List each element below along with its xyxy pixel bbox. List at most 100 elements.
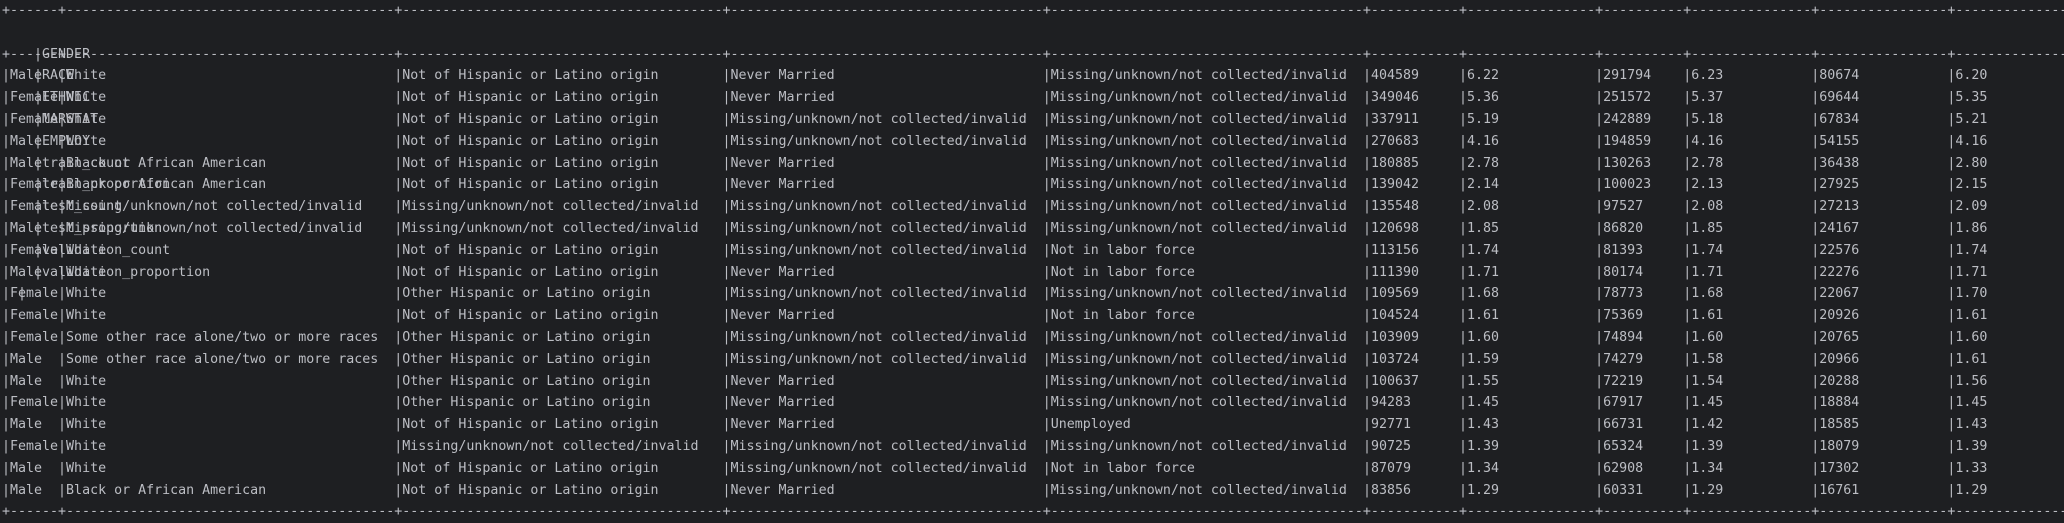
table-row: |Female|White |Not of Hispanic or Latino… bbox=[2, 87, 2064, 109]
table-cell-gender: |Female bbox=[2, 199, 59, 215]
table-cell-validation-proportion: |1.39 bbox=[1947, 438, 1988, 454]
table-cell-ethnic: |Not of Hispanic or Latino origin bbox=[394, 460, 723, 476]
table-cell-gender: |Male bbox=[2, 460, 59, 476]
table-row: |Male |White |Not of Hispanic or Latino … bbox=[2, 262, 2064, 284]
table-row: |Female|Some other race alone/two or mor… bbox=[2, 327, 2064, 349]
table-row: |Female|White |Not of Hispanic or Latino… bbox=[2, 109, 2064, 131]
table-cell-ethnic: |Not of Hispanic or Latino origin bbox=[394, 308, 723, 324]
table-cell-train-count: |270683 bbox=[1362, 133, 1460, 149]
table-cell-race: |White bbox=[58, 90, 395, 106]
table-cell-employ: |Missing/unknown/not collected/invalid bbox=[1042, 199, 1363, 215]
table-cell-validation-proportion: |1.45 bbox=[1947, 395, 1988, 411]
table-cell-train-proportion: |1.59 bbox=[1459, 351, 1596, 367]
table-cell-race: |White bbox=[58, 111, 395, 127]
table-cell-train-count: |109569 bbox=[1362, 286, 1460, 302]
table-cell-validation-count: |20926 bbox=[1811, 308, 1948, 324]
table-cell-train-count: |120698 bbox=[1362, 220, 1460, 236]
table-cell-gender: |Female bbox=[2, 111, 59, 127]
table-cell-employ: |Missing/unknown/not collected/invalid bbox=[1042, 155, 1363, 171]
table-cell-test-proportion: |1.34 bbox=[1683, 460, 1812, 476]
table-cell-validation-count: |18884 bbox=[1811, 395, 1948, 411]
table-cell-ethnic: |Not of Hispanic or Latino origin bbox=[394, 264, 723, 280]
table-cell-test-proportion: |1.54 bbox=[1683, 373, 1812, 389]
table-cell-test-count: |74279 bbox=[1595, 351, 1684, 367]
table-cell-train-proportion: |1.71 bbox=[1459, 264, 1596, 280]
table-cell-validation-proportion: |5.21 bbox=[1947, 111, 1988, 127]
table-cell-employ: |Missing/unknown/not collected/invalid bbox=[1042, 133, 1363, 149]
table-cell-gender: |Female bbox=[2, 329, 59, 345]
table-cell-train-count: |104524 bbox=[1362, 308, 1460, 324]
table-cell-validation-proportion: |2.09 bbox=[1947, 199, 1988, 215]
table-cell-validation-proportion: |1.56 bbox=[1947, 373, 1988, 389]
table-cell-train-proportion: |1.60 bbox=[1459, 329, 1596, 345]
table-cell-train-count: |92771 bbox=[1362, 417, 1460, 433]
table-cell-validation-count: |80674 bbox=[1811, 68, 1948, 84]
table-cell-race: |Some other race alone/two or more races bbox=[58, 329, 395, 345]
table-cell-race: |Missing/unknown/not collected/invalid bbox=[58, 199, 395, 215]
table-cell-gender: |Male bbox=[2, 482, 59, 498]
table-cell-gender: |Female bbox=[2, 438, 59, 454]
table-cell-train-proportion: |1.45 bbox=[1459, 395, 1596, 411]
table-cell-race: |White bbox=[58, 308, 395, 324]
table-cell-marstat: |Missing/unknown/not collected/invalid bbox=[722, 329, 1043, 345]
table-row: |Female|White |Other Hispanic or Latino … bbox=[2, 283, 2064, 305]
table-cell-marstat: |Never Married bbox=[722, 373, 1043, 389]
table-cell-ethnic: |Not of Hispanic or Latino origin bbox=[394, 133, 723, 149]
table-body: |Male |White |Not of Hispanic or Latino … bbox=[2, 65, 2064, 501]
table-cell-train-proportion: |1.61 bbox=[1459, 308, 1596, 324]
table-cell-ethnic: |Not of Hispanic or Latino origin bbox=[394, 242, 723, 258]
table-cell-race: |White bbox=[58, 286, 395, 302]
table-cell-test-count: |97527 bbox=[1595, 199, 1684, 215]
table-row: |Male |Some other race alone/two or more… bbox=[2, 349, 2064, 371]
table-cell-employ: |Missing/unknown/not collected/invalid bbox=[1042, 482, 1363, 498]
table-cell-ethnic: |Other Hispanic or Latino origin bbox=[394, 351, 723, 367]
table-cell-gender: |Female bbox=[2, 90, 59, 106]
table-cell-gender: |Male bbox=[2, 351, 59, 367]
table-cell-employ: |Missing/unknown/not collected/invalid bbox=[1042, 438, 1363, 454]
table-cell-ethnic: |Not of Hispanic or Latino origin bbox=[394, 68, 723, 84]
table-cell-employ: |Missing/unknown/not collected/invalid bbox=[1042, 373, 1363, 389]
table-cell-train-proportion: |1.43 bbox=[1459, 417, 1596, 433]
table-cell-train-count: |87079 bbox=[1362, 460, 1460, 476]
table-cell-train-proportion: |2.14 bbox=[1459, 177, 1596, 193]
table-cell-train-count: |113156 bbox=[1362, 242, 1460, 258]
table-cell-marstat: |Never Married bbox=[722, 155, 1043, 171]
table-cell-validation-count: |27925 bbox=[1811, 177, 1948, 193]
table-cell-train-count: |90725 bbox=[1362, 438, 1460, 454]
table-cell-validation-count: |22576 bbox=[1811, 242, 1948, 258]
table-cell-marstat: |Missing/unknown/not collected/invalid bbox=[722, 460, 1043, 476]
table-cell-race: |White bbox=[58, 133, 395, 149]
table-cell-validation-count: |69644 bbox=[1811, 90, 1948, 106]
table-cell-employ: |Missing/unknown/not collected/invalid bbox=[1042, 286, 1363, 302]
table-cell-ethnic: |Not of Hispanic or Latino origin bbox=[394, 155, 723, 171]
table-cell-test-count: |72219 bbox=[1595, 373, 1684, 389]
table-cell-ethnic: |Other Hispanic or Latino origin bbox=[394, 329, 723, 345]
table-cell-employ: |Missing/unknown/not collected/invalid bbox=[1042, 329, 1363, 345]
table-cell-train-count: |111390 bbox=[1362, 264, 1460, 280]
table-cell-ethnic: |Not of Hispanic or Latino origin bbox=[394, 177, 723, 193]
table-row: |Male |White |Not of Hispanic or Latino … bbox=[2, 458, 2064, 480]
table-border-bottom: +------+--------------------------------… bbox=[2, 504, 2064, 520]
table-cell-validation-count: |20966 bbox=[1811, 351, 1948, 367]
table-cell-validation-proportion: |1.29 bbox=[1947, 482, 1988, 498]
table-cell-train-count: |103724 bbox=[1362, 351, 1460, 367]
table-cell-test-proportion: |2.13 bbox=[1683, 177, 1812, 193]
table-cell-employ: |Missing/unknown/not collected/invalid bbox=[1042, 220, 1363, 236]
table-cell-validation-proportion: |1.74 bbox=[1947, 242, 1988, 258]
table-cell-validation-proportion: |1.61 bbox=[1947, 351, 1988, 367]
table-cell-marstat: |Never Married bbox=[722, 395, 1043, 411]
table-cell-ethnic: |Missing/unknown/not collected/invalid bbox=[394, 199, 723, 215]
table-cell-gender: |Female bbox=[2, 308, 59, 324]
table-cell-employ: |Missing/unknown/not collected/invalid bbox=[1042, 68, 1363, 84]
table-cell-train-proportion: |1.29 bbox=[1459, 482, 1596, 498]
table-cell-validation-proportion: |2.80 bbox=[1947, 155, 1988, 171]
table-cell-train-proportion: |1.55 bbox=[1459, 373, 1596, 389]
table-cell-test-count: |130263 bbox=[1595, 155, 1684, 171]
table-cell-employ: |Not in labor force bbox=[1042, 308, 1363, 324]
table-cell-race: |White bbox=[58, 242, 395, 258]
table-cell-test-proportion: |5.37 bbox=[1683, 90, 1812, 106]
table-cell-validation-proportion: |2.15 bbox=[1947, 177, 1988, 193]
table-row: |Female|White |Not of Hispanic or Latino… bbox=[2, 240, 2064, 262]
table-cell-marstat: |Missing/unknown/not collected/invalid bbox=[722, 220, 1043, 236]
table-cell-test-proportion: |1.58 bbox=[1683, 351, 1812, 367]
